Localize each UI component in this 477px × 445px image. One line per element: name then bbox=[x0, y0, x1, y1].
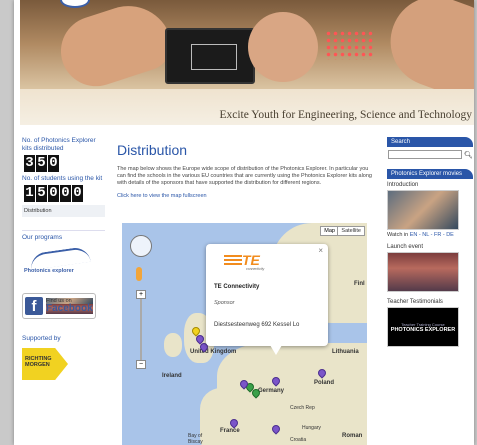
distribution-map[interactable]: United Kingdom Ireland Finl Lithuania Po… bbox=[122, 223, 367, 445]
teacher-testimonials-video-thumbnail[interactable]: Teacher Training Course PHOTONICS EXPLOR… bbox=[387, 307, 459, 347]
right-sidebar: Search 🔍︎ Photonics Explorer movies Intr… bbox=[387, 137, 473, 347]
map-label-romania: Roman bbox=[342, 433, 363, 439]
students-digit: 5 bbox=[36, 185, 47, 202]
map-label-germany: Germany bbox=[258, 388, 285, 394]
header-banner: Excite Youth for Engineering, Science an… bbox=[20, 0, 474, 125]
richting-morgen-text: RICHTING MORGEN bbox=[25, 356, 52, 368]
watch-in-line: Watch in EN - NL - FR - DE bbox=[387, 232, 473, 238]
te-connectivity-logo: TE connectivity bbox=[224, 252, 272, 272]
sidebar-item-distribution[interactable]: Distribution bbox=[22, 205, 105, 217]
photonics-explorer-logo[interactable]: Photonics explorer bbox=[22, 245, 98, 277]
map-pan-control[interactable] bbox=[130, 235, 152, 257]
map-label-bay: Bay of Biscay bbox=[188, 433, 203, 445]
map-label-france: France bbox=[220, 428, 240, 434]
close-icon[interactable]: × bbox=[318, 246, 323, 255]
students-digit: 0 bbox=[48, 185, 59, 202]
richting-morgen-logo[interactable]: RICHTING MORGEN bbox=[22, 348, 68, 380]
students-counter: 1 5 0 0 0 bbox=[24, 185, 105, 202]
our-programs-heading: Our programs bbox=[22, 230, 105, 241]
students-digit: 0 bbox=[60, 185, 71, 202]
students-digit: 1 bbox=[24, 185, 35, 202]
map-label-hungary: Hungary bbox=[302, 425, 321, 431]
sponsor-address: Diestsesteenweg 692 Kessel Lo bbox=[214, 322, 300, 328]
map-label-finland: Finl bbox=[354, 281, 365, 287]
map-label-croatia: Croatia bbox=[290, 437, 307, 443]
street-view-pegman-icon[interactable] bbox=[136, 267, 142, 281]
main-content: Distribution The map below shows the Eur… bbox=[117, 137, 377, 445]
search-heading: Search bbox=[387, 137, 473, 147]
banner-led-dots bbox=[325, 30, 375, 60]
teacher-testimonials-label: Teacher Testimonials bbox=[387, 299, 443, 305]
launch-event-video-thumbnail[interactable] bbox=[387, 252, 459, 292]
te-logo-text: TE bbox=[242, 252, 260, 268]
kits-digit: 0 bbox=[48, 155, 59, 172]
kits-counter-label: No. of Photonics Explorer kits distribut… bbox=[22, 137, 96, 152]
zoom-slider-track[interactable] bbox=[140, 296, 142, 364]
search-input[interactable] bbox=[388, 150, 462, 159]
satellite-type-button[interactable]: Satellite bbox=[337, 226, 365, 236]
map-type-button[interactable]: Map bbox=[320, 226, 339, 236]
site-logo[interactable] bbox=[60, 0, 90, 8]
te-logo-subtext: connectivity bbox=[246, 267, 265, 271]
info-window-tail bbox=[270, 345, 282, 355]
facebook-button[interactable]: f Find us on Facebook bbox=[22, 293, 96, 319]
map-label-poland: Poland bbox=[314, 380, 335, 386]
map-label-ireland: Ireland bbox=[162, 373, 182, 379]
page-description: The map below shows the Europe wide scop… bbox=[117, 166, 372, 186]
te-stripes-icon bbox=[224, 255, 242, 267]
language-links[interactable]: EN - NL - FR - DE bbox=[410, 232, 454, 238]
banner-hand-left bbox=[51, 0, 179, 96]
students-counter-label: No. of students using the kit bbox=[22, 175, 103, 182]
photonics-swoosh-icon bbox=[29, 245, 91, 271]
page-title: Distribution bbox=[117, 142, 188, 158]
fullscreen-map-link[interactable]: Click here to view the map fullscreen bbox=[117, 193, 377, 199]
zoom-out-button[interactable]: − bbox=[136, 360, 146, 369]
launch-event-label: Launch event bbox=[387, 244, 424, 250]
zoom-in-button[interactable]: + bbox=[136, 290, 146, 299]
sponsor-role: Sponsor bbox=[214, 300, 235, 306]
map-label-czech: Czech Rep bbox=[290, 405, 315, 411]
search-box: 🔍︎ bbox=[388, 150, 473, 159]
map-label-lithuania: Lithuania bbox=[332, 349, 359, 355]
sponsor-name: TE Connectivity bbox=[214, 284, 260, 290]
watch-in-label: Watch in bbox=[387, 232, 409, 238]
banner-kit-device bbox=[165, 28, 255, 84]
students-digit: 0 bbox=[72, 185, 83, 202]
supported-by-heading: Supported by bbox=[22, 335, 61, 342]
facebook-name-text: Facebook bbox=[46, 303, 93, 314]
map-info-window: × TE connectivity TE Connectivity Sponso… bbox=[206, 244, 328, 346]
facebook-icon: f bbox=[25, 297, 43, 315]
search-icon[interactable]: 🔍︎ bbox=[464, 151, 473, 159]
kits-counter: 3 5 0 bbox=[24, 155, 105, 172]
introduction-video-thumbnail[interactable] bbox=[387, 190, 459, 230]
introduction-label: Introduction bbox=[387, 182, 419, 188]
kits-digit: 5 bbox=[36, 155, 47, 172]
left-sidebar: No. of Photonics Explorer kits distribut… bbox=[22, 137, 105, 437]
map-zoom-control: + − bbox=[136, 290, 146, 370]
banner-hand-right bbox=[248, 12, 318, 82]
map-label-uk: United Kingdom bbox=[190, 349, 237, 355]
banner-tagline: Excite Youth for Engineering, Science an… bbox=[219, 109, 472, 121]
movies-heading: Photonics Explorer movies bbox=[387, 169, 473, 179]
photonics-logo-text: Photonics explorer bbox=[24, 268, 74, 274]
kits-digit: 3 bbox=[24, 155, 35, 172]
map-land-ireland bbox=[164, 333, 182, 357]
video-title: PHOTONICS EXPLORER bbox=[390, 326, 456, 333]
